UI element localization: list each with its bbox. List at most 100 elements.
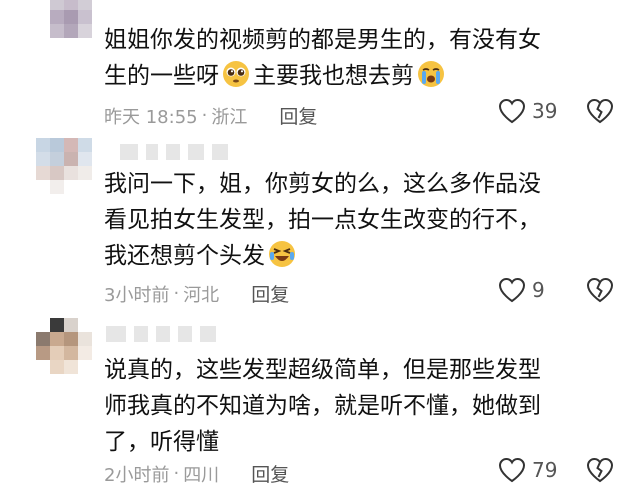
- comment-text-line: 说真的，这些发型超级简单，但是那些发型: [104, 357, 541, 383]
- broken-heart-icon: [586, 277, 614, 303]
- avatar-mosaic-cell: [78, 346, 92, 360]
- comment-location: 四川: [183, 464, 220, 486]
- username-masked[interactable]: [120, 144, 228, 160]
- avatar-mosaic-cell: [64, 38, 78, 52]
- pleading-face-emoji-icon: [223, 61, 249, 87]
- comment-text-line: 生的一些呀: [104, 63, 219, 89]
- avatar-mosaic-cell: [50, 166, 64, 180]
- meta-separator: ·: [201, 105, 208, 126]
- like-count: 9: [532, 278, 545, 302]
- meta-separator: ·: [173, 463, 180, 484]
- avatar-mosaic-cell: [78, 180, 92, 194]
- username-block: [178, 326, 192, 342]
- avatar-mosaic-cell: [36, 38, 50, 52]
- reply-button[interactable]: 回复: [279, 102, 317, 129]
- avatar-mosaic-cell: [78, 318, 92, 332]
- reply-button[interactable]: 回复: [251, 460, 289, 487]
- avatar-mosaic-cell: [64, 332, 78, 346]
- comment-text-line: 我问一下，姐，你剪女的么，这么多作品没: [104, 171, 541, 197]
- reply-button[interactable]: 回复: [251, 280, 289, 307]
- comment-text-line: 我还想剪个头发: [104, 243, 265, 269]
- avatar-mosaic-cell: [64, 318, 78, 332]
- comment-item: 我问一下，姐，你剪女的么，这么多作品没 看见拍女生发型，拍一点女生改变的行不， …: [0, 138, 640, 318]
- avatar-mosaic-cell: [36, 318, 50, 332]
- avatar-mosaic-cell: [78, 332, 92, 346]
- avatar-mosaic-cell: [36, 332, 50, 346]
- comment-text-line: 师我真的不知道为啥，就是听不懂，她做到: [104, 393, 541, 419]
- rolling-laughing-emoji-icon: [269, 241, 295, 267]
- avatar-mosaic-cell: [64, 346, 78, 360]
- avatar-mosaic-cell: [50, 38, 64, 52]
- avatar-mosaic-cell: [36, 166, 50, 180]
- avatar-mosaic-cell: [36, 24, 50, 38]
- meta-separator: ·: [173, 283, 180, 304]
- comment-meta: 昨天 18:55 · 浙江 回复: [104, 102, 317, 129]
- comment-item: 说真的，这些发型超级简单，但是那些发型 师我真的不知道为啥，就是听不懂，她做到 …: [0, 316, 640, 493]
- avatar-mosaic-cell: [36, 0, 50, 10]
- dislike-button[interactable]: [586, 98, 614, 124]
- avatar-mosaic-cell: [64, 10, 78, 24]
- username-block: [188, 144, 204, 160]
- comment-meta: 2小时前 · 四川 回复: [104, 460, 289, 487]
- avatar-mosaic-cell: [50, 24, 64, 38]
- broken-heart-icon: [586, 98, 614, 124]
- username-block: [146, 144, 158, 160]
- dislike-button[interactable]: [586, 457, 614, 483]
- heart-icon: [498, 98, 526, 124]
- avatar-mosaic-cell: [50, 138, 64, 152]
- username-block: [156, 326, 170, 342]
- comment-text-line: 姐姐你发的视频剪的都是男生的，有没有女: [104, 27, 541, 53]
- avatar-mosaic-cell: [50, 152, 64, 166]
- comment-text-line: 主要我也想去剪: [253, 63, 414, 89]
- username-block: [134, 326, 148, 342]
- comment-location: 浙江: [211, 106, 248, 128]
- avatar-mosaic-cell: [78, 152, 92, 166]
- avatar[interactable]: [36, 0, 92, 52]
- like-count: 39: [532, 99, 558, 123]
- comment-text-line: 看见拍女生发型，拍一点女生改变的行不，: [104, 207, 541, 233]
- like-button[interactable]: 39: [498, 98, 562, 124]
- avatar-mosaic-cell: [50, 360, 64, 374]
- comment-text: 姐姐你发的视频剪的都是男生的，有没有女 生的一些呀 主要我也想去剪: [104, 22, 604, 94]
- avatar-mosaic-cell: [50, 346, 64, 360]
- username-block: [106, 326, 126, 342]
- avatar-mosaic-cell: [64, 24, 78, 38]
- username-block: [212, 144, 228, 160]
- username-block: [200, 326, 216, 342]
- username-masked[interactable]: [106, 326, 216, 342]
- comment-time: 3小时前: [104, 284, 170, 306]
- comment-meta: 3小时前 · 河北 回复: [104, 280, 289, 307]
- like-count: 79: [532, 458, 558, 482]
- username-block: [120, 144, 138, 160]
- avatar-mosaic-cell: [78, 166, 92, 180]
- avatar-mosaic-cell: [36, 180, 50, 194]
- avatar-mosaic-cell: [64, 138, 78, 152]
- comment-time: 2小时前: [104, 464, 170, 486]
- comment-actions: 39: [498, 98, 614, 124]
- broken-heart-icon: [586, 457, 614, 483]
- avatar-mosaic-cell: [36, 346, 50, 360]
- avatar-mosaic-cell: [64, 166, 78, 180]
- like-button[interactable]: 79: [498, 457, 562, 483]
- crying-face-emoji-icon: [418, 61, 444, 87]
- avatar-mosaic-cell: [78, 0, 92, 10]
- avatar-mosaic-cell: [36, 10, 50, 24]
- comment-text-line: 了，听得懂: [104, 429, 219, 455]
- avatar-mosaic-cell: [50, 180, 64, 194]
- avatar-mosaic-cell: [36, 360, 50, 374]
- comment-actions: 9: [498, 277, 614, 303]
- avatar-mosaic-cell: [78, 10, 92, 24]
- comment-text: 说真的，这些发型超级简单，但是那些发型 师我真的不知道为啥，就是听不懂，她做到 …: [104, 352, 604, 460]
- comment-item: 姐姐你发的视频剪的都是男生的，有没有女 生的一些呀 主要我也想去剪 昨天 18:5…: [0, 0, 640, 140]
- avatar-mosaic-cell: [50, 318, 64, 332]
- avatar-mosaic-cell: [50, 0, 64, 10]
- comment-location: 河北: [183, 284, 220, 306]
- avatar-mosaic-cell: [78, 38, 92, 52]
- like-button[interactable]: 9: [498, 277, 562, 303]
- avatar-mosaic-cell: [64, 152, 78, 166]
- avatar[interactable]: [36, 318, 92, 374]
- dislike-button[interactable]: [586, 277, 614, 303]
- avatar[interactable]: [36, 138, 92, 194]
- comment-text: 我问一下，姐，你剪女的么，这么多作品没 看见拍女生发型，拍一点女生改变的行不， …: [104, 166, 604, 274]
- heart-icon: [498, 277, 526, 303]
